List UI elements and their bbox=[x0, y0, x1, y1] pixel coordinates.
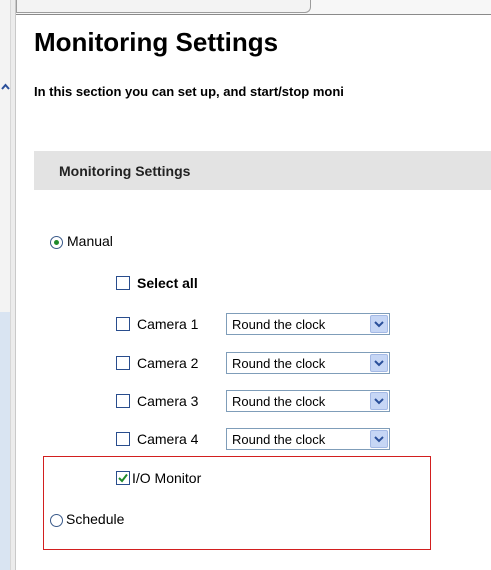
chevron-down-icon[interactable] bbox=[370, 430, 388, 448]
camera-3-checkbox[interactable] bbox=[116, 394, 130, 408]
camera-4-checkbox[interactable] bbox=[116, 432, 130, 446]
section-header: Monitoring Settings bbox=[34, 151, 491, 190]
chevron-up-icon[interactable] bbox=[1, 83, 10, 96]
camera-4-label[interactable]: Camera 4 bbox=[137, 431, 198, 447]
chevron-down-icon[interactable] bbox=[370, 392, 388, 410]
camera-2-mode-value: Round the clock bbox=[232, 356, 326, 371]
schedule-label[interactable]: Schedule bbox=[66, 511, 124, 527]
camera-4-mode-value: Round the clock bbox=[232, 432, 326, 447]
camera-3-mode-select[interactable]: Round the clock bbox=[226, 390, 390, 412]
camera-1-mode-select[interactable]: Round the clock bbox=[226, 313, 390, 335]
camera-4-mode-select[interactable]: Round the clock bbox=[226, 428, 390, 450]
chevron-down-icon[interactable] bbox=[370, 354, 388, 372]
top-tab[interactable] bbox=[16, 0, 311, 13]
page-title: Monitoring Settings bbox=[34, 27, 279, 57]
camera-2-checkbox[interactable] bbox=[116, 356, 130, 370]
camera-3-label[interactable]: Camera 3 bbox=[137, 393, 198, 409]
camera-1-checkbox[interactable] bbox=[116, 317, 130, 331]
io-monitor-label[interactable]: I/O Monitor bbox=[132, 470, 201, 486]
chevron-down-icon[interactable] bbox=[370, 315, 388, 333]
camera-1-label[interactable]: Camera 1 bbox=[137, 316, 198, 332]
io-monitor-checkbox[interactable] bbox=[116, 471, 130, 485]
manual-radio[interactable] bbox=[50, 236, 63, 249]
camera-3-mode-value: Round the clock bbox=[232, 394, 326, 409]
scrollbar-thumb[interactable] bbox=[0, 312, 10, 570]
frame-divider bbox=[11, 0, 16, 570]
camera-1-mode-value: Round the clock bbox=[232, 317, 326, 332]
checkmark-icon bbox=[118, 473, 128, 483]
section-header-label: Monitoring Settings bbox=[59, 163, 191, 179]
left-scrollbar[interactable] bbox=[0, 0, 11, 570]
camera-2-label[interactable]: Camera 2 bbox=[137, 355, 198, 371]
highlight-box bbox=[43, 456, 431, 550]
intro-text: In this section you can set up, and star… bbox=[34, 84, 344, 99]
schedule-radio[interactable] bbox=[50, 514, 63, 527]
select-all-label[interactable]: Select all bbox=[137, 275, 198, 291]
select-all-checkbox[interactable] bbox=[116, 276, 130, 290]
manual-label[interactable]: Manual bbox=[67, 233, 113, 249]
camera-2-mode-select[interactable]: Round the clock bbox=[226, 352, 390, 374]
